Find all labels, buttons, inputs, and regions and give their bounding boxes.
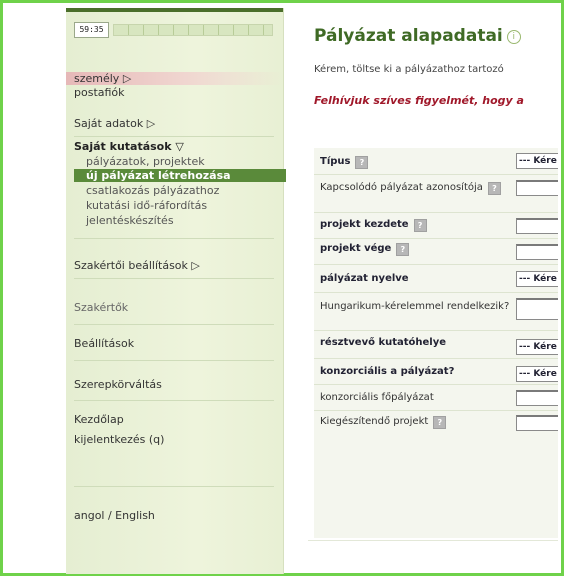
main-content: Pályázat alapadatai i Kérem, töltse ki a …: [298, 8, 558, 568]
divider: [74, 486, 274, 487]
form-row-kapcsolodo: Kapcsolódó pályázat azonosítója?: [314, 174, 558, 213]
session-timer: 59:35: [74, 22, 274, 38]
input-hungarikum[interactable]: [516, 298, 558, 320]
divider: [74, 360, 274, 361]
label-nyelve: pályázat nyelve: [320, 273, 409, 284]
nav-kezdolap[interactable]: Kezdőlap: [74, 413, 124, 426]
intro-text: Kérem, töltse ki a pályázathoz tartozó: [314, 64, 504, 75]
form-row-fopalyazat: konzorciális főpályázat: [314, 384, 558, 411]
question-mark-icon[interactable]: ?: [355, 156, 369, 169]
input-vege[interactable]: [516, 244, 558, 260]
form-area: Típus? --- Kére Kapcsolódó pályázat azon…: [314, 148, 558, 538]
label-fopalyazat: konzorciális főpályázat: [320, 392, 434, 403]
input-fopalyazat[interactable]: [516, 390, 558, 406]
label-kutatohelye: résztvevő kutatóhelye: [320, 337, 447, 348]
form-row-kezdete: projekt kezdete?: [314, 212, 558, 239]
language-switch[interactable]: angol / English: [74, 509, 155, 522]
question-mark-icon[interactable]: ?: [396, 243, 410, 256]
form-row-vege: projekt vége?: [314, 238, 558, 265]
label-vege: projekt vége?: [320, 242, 515, 256]
label-kezdete: projekt kezdete?: [320, 218, 515, 232]
divider: [74, 136, 274, 137]
form-row-konzorcialis: konzorciális a pályázat? --- Kére: [314, 358, 558, 385]
nav-szakertoi-beallitasok[interactable]: Szakértői beállítások ▷: [74, 259, 200, 272]
nav-sajat-kutatasok[interactable]: Saját kutatások ▽: [74, 140, 184, 153]
form-row-kutatohelye: résztvevő kutatóhelye --- Kére: [314, 330, 558, 359]
select-nyelve[interactable]: --- Kére: [516, 271, 558, 287]
question-mark-icon[interactable]: ?: [433, 416, 447, 429]
nav-postafiok[interactable]: postafiók: [74, 86, 125, 99]
sidebar: 59:35 személy ▷ postafiók Saját adatok ▷…: [66, 8, 286, 574]
question-mark-icon[interactable]: ?: [487, 182, 501, 195]
divider: [74, 238, 274, 239]
label-tipus: Típus?: [320, 155, 515, 169]
nav-uj-palyazat[interactable]: új pályázat létrehozása: [74, 169, 286, 182]
input-kezdete[interactable]: [516, 218, 558, 234]
input-kiegeszitendo[interactable]: [516, 415, 558, 431]
divider: [308, 540, 558, 541]
select-konzorcialis[interactable]: --- Kére: [516, 366, 558, 382]
timer-value: 59:35: [74, 22, 109, 38]
nav-palyazatok-projektek[interactable]: pályázatok, projektek: [86, 155, 205, 168]
page-title: Pályázat alapadatai i: [314, 26, 521, 46]
nav-szakertok[interactable]: Szakértők: [74, 301, 128, 314]
label-hungarikum: Hungarikum-kérelemmel rendelkezik?: [320, 301, 510, 312]
label-kiegeszitendo: Kiegészítendő projekt?: [320, 415, 515, 429]
page-title-text: Pályázat alapadatai: [314, 26, 503, 46]
question-mark-icon[interactable]: ?: [413, 219, 427, 232]
select-kutatohelye[interactable]: --- Kére: [516, 339, 558, 355]
divider: [74, 400, 274, 401]
label-kapcsolodo: Kapcsolódó pályázat azonosítója?: [320, 181, 515, 195]
form-row-tipus: Típus? --- Kére: [314, 148, 558, 175]
nav-kutatasi-ido[interactable]: kutatási idő-ráfordítás: [86, 199, 207, 212]
nav-jelenteskeszites[interactable]: jelentéskészítés: [86, 214, 174, 227]
select-tipus[interactable]: --- Kére: [516, 153, 558, 169]
divider: [74, 278, 274, 279]
form-row-hungarikum: Hungarikum-kérelemmel rendelkezik?: [314, 292, 558, 331]
warning-text: Felhívjuk szíves figyelmét, hogy a: [314, 94, 524, 107]
divider: [74, 324, 274, 325]
form-row-kiegeszitendo: Kiegészítendő projekt?: [314, 410, 558, 436]
nav-beallitasok[interactable]: Beállítások: [74, 337, 134, 350]
timer-progress-bar: [113, 24, 273, 36]
nav-szemely[interactable]: személy ▷: [66, 72, 284, 85]
info-icon[interactable]: i: [506, 30, 521, 44]
nav-szerepkorvaltas[interactable]: Szerepkörváltás: [74, 378, 162, 391]
nav-csatlakozas[interactable]: csatlakozás pályázathoz: [86, 184, 219, 197]
label-konzorcialis: konzorciális a pályázat?: [320, 366, 455, 377]
nav-sajat-adatok[interactable]: Saját adatok ▷: [74, 117, 155, 130]
nav-kijelentkezes[interactable]: kijelentkezés (q): [74, 433, 164, 446]
input-kapcsolodo[interactable]: [516, 180, 558, 196]
form-row-nyelve: pályázat nyelve --- Kére: [314, 264, 558, 293]
